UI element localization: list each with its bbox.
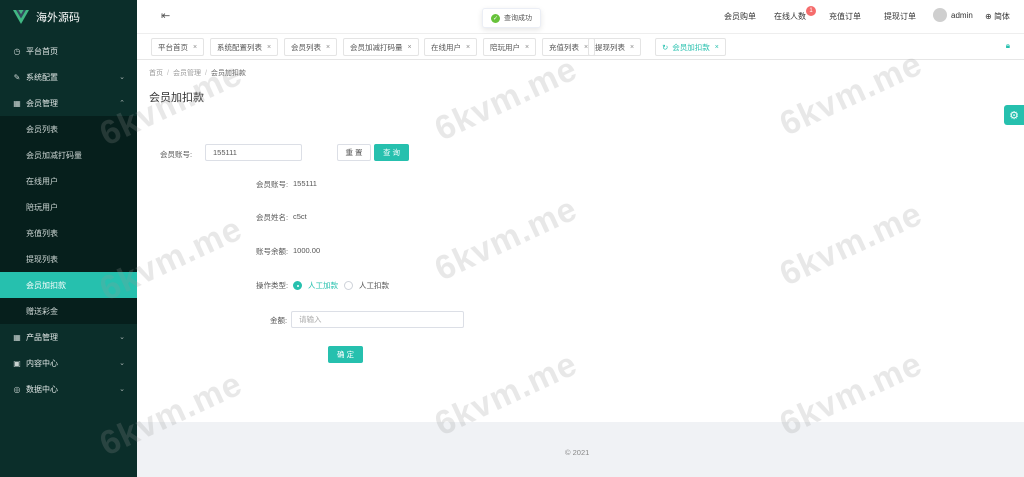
account-value: 155111 (293, 179, 317, 188)
sidebar-subitem-online-users[interactable]: 在线用户 (0, 168, 137, 194)
reset-button[interactable]: 重 置 (337, 144, 371, 161)
close-icon[interactable]: × (715, 44, 719, 51)
vue-logo-icon (12, 9, 30, 25)
close-icon[interactable]: × (193, 44, 197, 51)
balance-label: 账号余额: (256, 247, 289, 256)
app-name: 海外源码 (36, 12, 80, 24)
grid-icon: ▦ (13, 332, 21, 342)
confirm-button[interactable]: 确 定 (328, 346, 363, 363)
nav-recharge-orders[interactable]: 充值订单 (829, 11, 861, 22)
copyright: © 2021 (565, 448, 590, 457)
sidebar-subitem-balance-adjust[interactable]: 会员加扣款 (0, 272, 137, 298)
sidebar-item-system[interactable]: ✎ 系统配置 ⌄ (0, 64, 137, 90)
member-name-label: 会员姓名: (256, 213, 289, 222)
sidebar-item-data[interactable]: ◎ 数据中心 ⌄ (0, 376, 137, 402)
footer: © 2021 (137, 422, 1024, 477)
copyright-icon: © (565, 448, 571, 457)
sidebar-subitem-bet-amount[interactable]: 会员加减打码量 (0, 142, 137, 168)
close-icon[interactable]: × (408, 44, 412, 51)
chevron-down-icon: ⌄ (119, 74, 125, 81)
check-circle-icon: ✓ (491, 13, 500, 23)
sidebar-item-members[interactable]: ▦ 会员管理 ⌃ (0, 90, 137, 116)
sidebar: 海外源码 ◷ 平台首页 ✎ 系统配置 ⌄ ▦ 会员管理 ⌃ 会员列表 会员加减打码量 在线… (0, 0, 137, 477)
success-toast: ✓ 查询成功 (482, 8, 541, 28)
chevron-down-icon: ⌄ (119, 360, 125, 367)
online-badge: 1 (806, 6, 816, 16)
radio-manual-add[interactable]: 人工加款 (293, 280, 338, 291)
sidebar-subitem-recharge-list[interactable]: 充值列表 (0, 220, 137, 246)
breadcrumb-home[interactable]: 首页 (149, 70, 163, 77)
tab-withdraw-list[interactable]: 提现列表 × (588, 38, 642, 56)
circle-icon: ◎ (13, 384, 21, 394)
sidebar-subitem-withdraw-list[interactable]: 提现列表 (0, 246, 137, 272)
top-header: ⇤ ✓ 查询成功 会员购单 在线人数 1 充值订单 提现订单 admin ⊕ 简… (137, 0, 1024, 34)
tab-system-config[interactable]: 系统配置列表 × (210, 38, 279, 56)
breadcrumb-current: 会员加扣款 (210, 70, 246, 77)
sidebar-item-products[interactable]: ▦ 产品管理 ⌄ (0, 324, 137, 350)
tab-companion-users[interactable]: 陪玩用户 × (483, 38, 537, 56)
amount-label: 金额: (270, 316, 288, 325)
chevron-down-icon: ⌄ (119, 386, 125, 393)
lock-icon[interactable]: 🔒︎ (1006, 41, 1010, 51)
square-icon: ▣ (13, 358, 21, 368)
member-name-value: c5ct (293, 212, 307, 221)
globe-icon: ⊕ (985, 12, 992, 21)
breadcrumb: 首页 / 会员管理 / 会员加扣款 (149, 70, 246, 77)
balance-value: 1000.00 (293, 246, 321, 255)
amount-input[interactable]: 请输入 (291, 311, 464, 328)
sidebar-item-content[interactable]: ▣ 内容中心 ⌄ (0, 350, 137, 376)
close-icon[interactable]: × (525, 44, 529, 51)
menu-fold-icon[interactable]: ⇤ (161, 9, 170, 22)
brand[interactable]: 海外源码 (0, 0, 137, 34)
tab-member-list[interactable]: 会员列表 × (284, 38, 338, 56)
settings-gear-icon[interactable]: ⚙ (1004, 105, 1024, 125)
clock-icon: ◷ (13, 46, 21, 56)
operation-type-label: 操作类型: (256, 281, 289, 290)
close-icon[interactable]: × (267, 44, 271, 51)
close-icon[interactable]: × (326, 44, 330, 51)
main-content: 首页 / 会员管理 / 会员加扣款 会员加扣款 会员账号: 155111 重 置 查 询… (137, 60, 1024, 422)
sidebar-menu: ◷ 平台首页 ✎ 系统配置 ⌄ ▦ 会员管理 ⌃ 会员列表 会员加减打码量 在线用户 陪玩… (0, 38, 137, 402)
nav-withdraw-orders[interactable]: 提现订单 (884, 11, 916, 22)
tab-bet-amount[interactable]: 会员加减打码量 × (343, 38, 419, 56)
account-label: 会员账号: (256, 180, 289, 189)
nav-member-buy[interactable]: 会员购单 (724, 11, 756, 22)
sidebar-item-home[interactable]: ◷ 平台首页 (0, 38, 137, 64)
tab-home[interactable]: 平台首页 × (151, 38, 205, 56)
search-account-label: 会员账号: (160, 150, 193, 159)
tab-balance-adjust[interactable]: ↻ 会员加扣款 × (655, 38, 726, 56)
sidebar-subitem-member-list[interactable]: 会员列表 (0, 116, 137, 142)
close-icon[interactable]: × (630, 44, 634, 51)
tab-online-users[interactable]: 在线用户 × (424, 38, 478, 56)
breadcrumb-section[interactable]: 会员管理 (173, 70, 201, 77)
tab-bar: 平台首页 × 系统配置列表 × 会员列表 × 会员加减打码量 × 在线用户 × 陪玩用户 ×… (137, 34, 1024, 60)
search-account-input[interactable]: 155111 (205, 144, 302, 161)
refresh-icon[interactable]: ↻ (662, 43, 668, 52)
sidebar-subitem-bonus[interactable]: 赠送彩金 (0, 298, 137, 324)
edit-icon: ✎ (13, 72, 21, 82)
query-button[interactable]: 查 询 (374, 144, 409, 161)
chevron-down-icon: ⌄ (119, 334, 125, 341)
user-name[interactable]: admin (951, 11, 973, 20)
page-title: 会员加扣款 (149, 92, 204, 104)
close-icon[interactable]: × (466, 44, 470, 51)
chevron-up-icon: ⌃ (119, 100, 125, 107)
avatar[interactable] (933, 8, 947, 22)
grid-icon: ▦ (13, 98, 21, 108)
sidebar-subitem-companion-users[interactable]: 陪玩用户 (0, 194, 137, 220)
language-switch[interactable]: ⊕ 简体 (985, 11, 1010, 22)
radio-manual-deduct[interactable]: 人工扣款 (344, 280, 389, 291)
nav-online-count[interactable]: 在线人数 (774, 11, 806, 22)
